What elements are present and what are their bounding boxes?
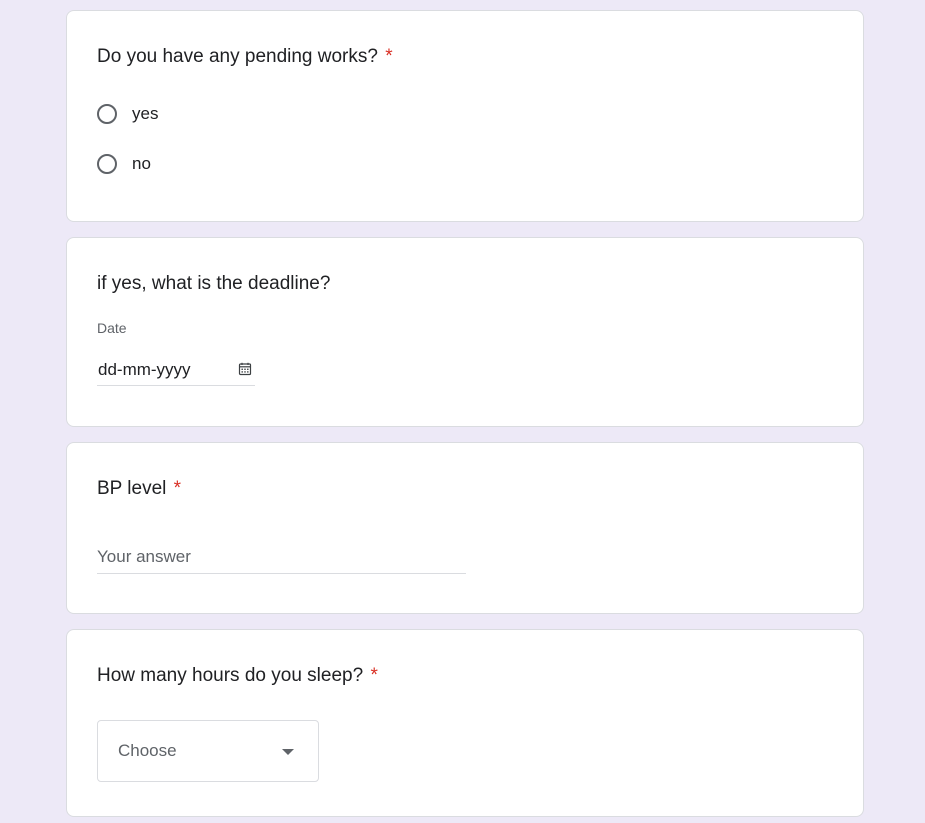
radio-button[interactable]	[97, 104, 117, 124]
radio-option-yes[interactable]: yes	[97, 104, 158, 124]
required-asterisk: *	[385, 46, 393, 67]
radio-button[interactable]	[97, 154, 117, 174]
calendar-icon[interactable]	[238, 362, 252, 376]
date-field-caption: Date	[97, 320, 127, 336]
bp-level-input[interactable]	[97, 543, 466, 571]
question-card-deadline: if yes, what is the deadline? Date dd-mm…	[66, 237, 864, 427]
question-card-pending-works: Do you have any pending works? * yes no	[66, 10, 864, 222]
dropdown-arrow-icon[interactable]	[282, 749, 294, 755]
question-card-bp-level: BP level *	[66, 442, 864, 614]
radio-label: no	[132, 154, 151, 173]
question-title: BP level *	[97, 478, 181, 500]
date-input[interactable]: dd-mm-yyyy	[97, 355, 255, 386]
question-title-text: BP level	[97, 478, 167, 499]
question-title-text: How many hours do you sleep?	[97, 665, 364, 686]
date-placeholder: dd-mm-yyyy	[98, 360, 191, 379]
question-title: Do you have any pending works? *	[97, 46, 393, 68]
radio-option-no[interactable]: no	[97, 154, 151, 174]
required-asterisk: *	[173, 478, 182, 499]
required-asterisk: *	[370, 665, 378, 686]
question-title: if yes, what is the deadline?	[97, 273, 330, 295]
sleep-hours-dropdown[interactable]: Choose	[97, 720, 319, 782]
question-title-text: Do you have any pending works?	[97, 46, 378, 67]
question-title: How many hours do you sleep? *	[97, 665, 378, 687]
bp-level-answer-field[interactable]	[97, 543, 466, 574]
dropdown-selected-value: Choose	[118, 741, 177, 760]
question-card-sleep-hours: How many hours do you sleep? * Choose	[66, 629, 864, 817]
question-title-text: if yes, what is the deadline?	[97, 273, 331, 294]
radio-label: yes	[132, 104, 159, 123]
